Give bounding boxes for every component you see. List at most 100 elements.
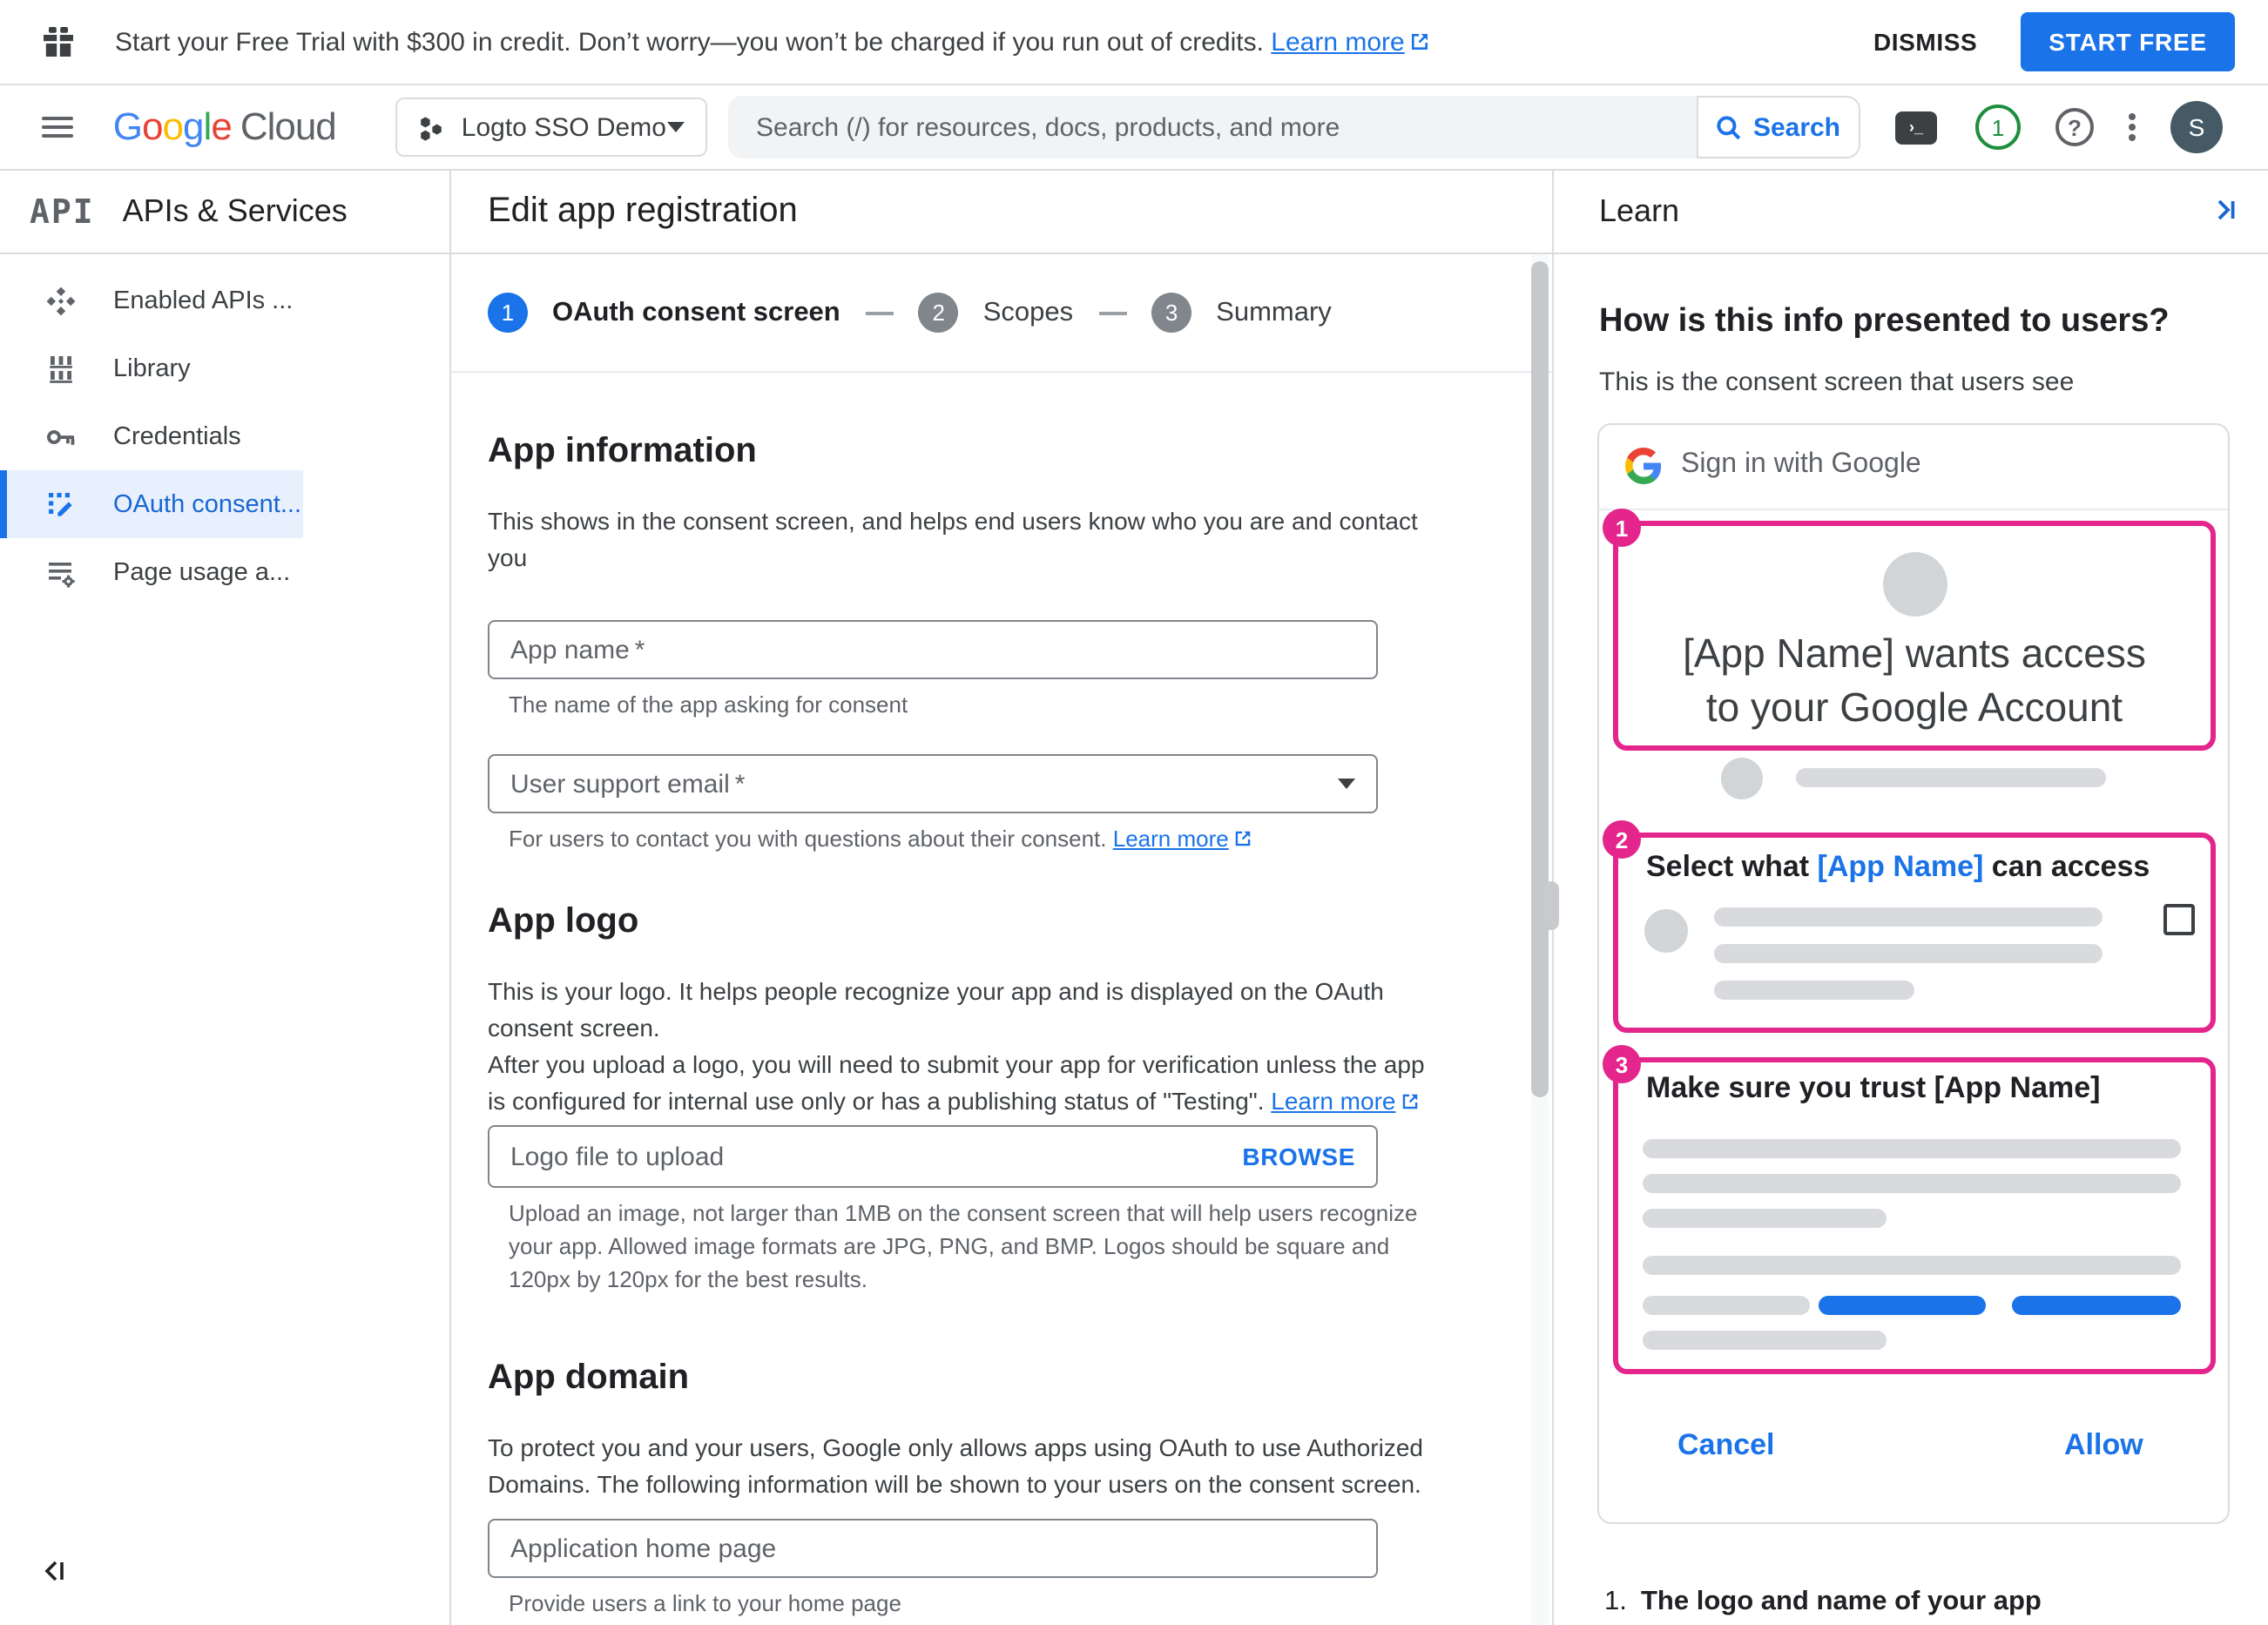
helper-text: For users to contact you with questions …	[509, 826, 1107, 852]
help-glyph: ?	[2068, 114, 2082, 140]
scope-checkbox	[2163, 904, 2195, 935]
account-avatar-placeholder	[1721, 758, 1763, 799]
page-usage-icon	[45, 556, 77, 588]
google-cloud-console: Start your Free Trial with $300 in credi…	[0, 0, 2268, 1625]
application-home-page-label: Application home page	[510, 1534, 777, 1563]
banner-learn-more-link[interactable]: Learn more	[1271, 27, 1404, 57]
sidebar: API APIs & Services Enabled APIs ... Lib…	[0, 171, 451, 1625]
scope-text-placeholder	[1714, 907, 2103, 927]
api-product-logo: API	[30, 192, 95, 231]
home-page-helper: Provide users a link to your home page	[509, 1590, 901, 1616]
cloud-shell-icon[interactable]: ›_	[1895, 111, 1937, 144]
panel-resize-handle[interactable]	[1543, 881, 1559, 930]
app-information-desc: you	[488, 543, 528, 571]
notifications-count[interactable]: 1	[1975, 105, 2021, 150]
required-asterisk: *	[734, 769, 746, 799]
hamburger-menu-icon[interactable]	[42, 111, 73, 143]
app-domain-heading: App domain	[488, 1359, 690, 1397]
learn-title: Learn	[1599, 193, 1680, 228]
search-button[interactable]: Search	[1697, 96, 1860, 158]
application-home-page-field[interactable]: Application home page	[488, 1519, 1378, 1578]
logo-cloud-word: Cloud	[240, 105, 337, 148]
sidebar-nav: Enabled APIs ... Library Credentials OAu…	[0, 254, 449, 606]
logo-upload-label: Logo file to upload	[510, 1142, 725, 1171]
help-icon[interactable]: ?	[2055, 108, 2094, 146]
sidebar-item-label: OAuth consent...	[113, 490, 302, 518]
logo-letter: g	[183, 105, 204, 148]
consent-title-line: to your Google Account	[1705, 684, 2123, 730]
search-icon	[1717, 114, 1743, 140]
app-bar: Go o g l e Cloud Logto SSO Demo Search (…	[0, 85, 2268, 171]
logo-upload-helper: Upload an image, not larger than 1MB on …	[509, 1200, 1418, 1226]
sidebar-item-page-usage[interactable]: Page usage a...	[0, 538, 449, 606]
app-logo-placeholder	[1882, 552, 1947, 617]
step-label-scopes[interactable]: Scopes	[983, 297, 1073, 328]
sidebar-header: API APIs & Services	[0, 171, 449, 254]
logo-upload-field[interactable]: Logo file to upload BROWSE	[488, 1125, 1378, 1188]
google-cloud-logo[interactable]: Go o g l e Cloud	[112, 105, 337, 150]
text-placeholder	[1643, 1331, 1887, 1350]
main-header: Edit app registration	[451, 171, 1552, 254]
collapse-sidebar-icon[interactable]	[42, 1559, 70, 1583]
consent-title-line: [App Name] wants access	[1683, 630, 2146, 676]
learn-panel: Learn How is this info presented to user…	[1552, 171, 2268, 1625]
enabled-apis-icon	[45, 285, 77, 316]
step-circle-1[interactable]: 1	[488, 293, 528, 333]
app-logo-desc: consent screen.	[488, 1014, 660, 1042]
search-button-label: Search	[1752, 112, 1841, 142]
start-free-button[interactable]: START FREE	[2021, 12, 2235, 71]
learn-list-item: The logo and name of your app	[1641, 1587, 2042, 1616]
logo-learn-more-link[interactable]: Learn more	[1271, 1087, 1395, 1115]
collapse-learn-panel-icon[interactable]	[2209, 197, 2238, 223]
scope-icon-placeholder	[1644, 909, 1688, 953]
external-link-icon	[1410, 31, 1431, 52]
app-name-field[interactable]: App name *	[488, 620, 1378, 679]
text-placeholder	[1643, 1209, 1887, 1228]
scrollbar-thumb[interactable]	[1531, 261, 1549, 1097]
sidebar-item-label: Library	[113, 354, 191, 382]
step-label-oauth-consent-screen[interactable]: OAuth consent screen	[552, 297, 840, 328]
annotation-badge-2: 2	[1603, 820, 1641, 859]
project-name: Logto SSO Demo	[461, 112, 666, 142]
search-input[interactable]	[728, 112, 1697, 142]
library-icon	[45, 353, 77, 384]
search-bar: Search	[728, 96, 1860, 158]
more-options-icon[interactable]	[2125, 110, 2139, 145]
logo-letter: G	[112, 105, 143, 148]
project-selector[interactable]: Logto SSO Demo	[395, 98, 707, 157]
sidebar-item-oauth-consent[interactable]: OAuth consent...	[0, 470, 303, 538]
sidebar-item-credentials[interactable]: Credentials	[0, 402, 449, 470]
browse-button[interactable]: BROWSE	[1242, 1143, 1355, 1170]
learn-subheading: This is the consent screen that users se…	[1599, 367, 2075, 397]
text-placeholder	[1643, 1139, 2181, 1158]
avatar-initial: S	[2188, 113, 2205, 141]
logo-letter: l	[203, 105, 213, 148]
link-placeholder	[2012, 1296, 2181, 1315]
learn-header: Learn	[1554, 171, 2268, 254]
google-g-logo	[1625, 448, 1662, 484]
desc-text: is configured for internal use only or h…	[488, 1087, 1265, 1115]
scope-text-placeholder	[1714, 981, 1914, 1000]
dismiss-button[interactable]: DISMISS	[1856, 14, 1995, 70]
app-information-heading: App information	[488, 432, 757, 470]
search-field[interactable]	[728, 96, 1697, 158]
email-learn-more-link[interactable]: Learn more	[1113, 826, 1229, 852]
step-circle-2[interactable]: 2	[918, 293, 959, 333]
credentials-icon	[45, 421, 77, 452]
logo-letter: e	[211, 105, 232, 148]
console-shell: API APIs & Services Enabled APIs ... Lib…	[0, 171, 2268, 1625]
app-name-helper: The name of the app asking for consent	[509, 691, 908, 718]
trust-box-title: Make sure you trust [App Name]	[1646, 1071, 2101, 1104]
annotation-badge-3: 3	[1603, 1045, 1641, 1083]
text-placeholder	[1643, 1256, 2181, 1275]
user-support-email-helper: For users to contact you with questions …	[509, 826, 1253, 852]
sidebar-item-library[interactable]: Library	[0, 334, 449, 402]
dropdown-arrow-icon	[1338, 779, 1355, 789]
sidebar-item-enabled-apis[interactable]: Enabled APIs ...	[0, 266, 449, 334]
step-label-summary[interactable]: Summary	[1216, 297, 1332, 328]
logo-letter: o	[142, 105, 163, 148]
avatar[interactable]: S	[2170, 101, 2223, 153]
account-email-placeholder	[1796, 768, 2106, 787]
user-support-email-field[interactable]: User support email *	[488, 754, 1378, 813]
step-circle-3[interactable]: 3	[1151, 293, 1192, 333]
